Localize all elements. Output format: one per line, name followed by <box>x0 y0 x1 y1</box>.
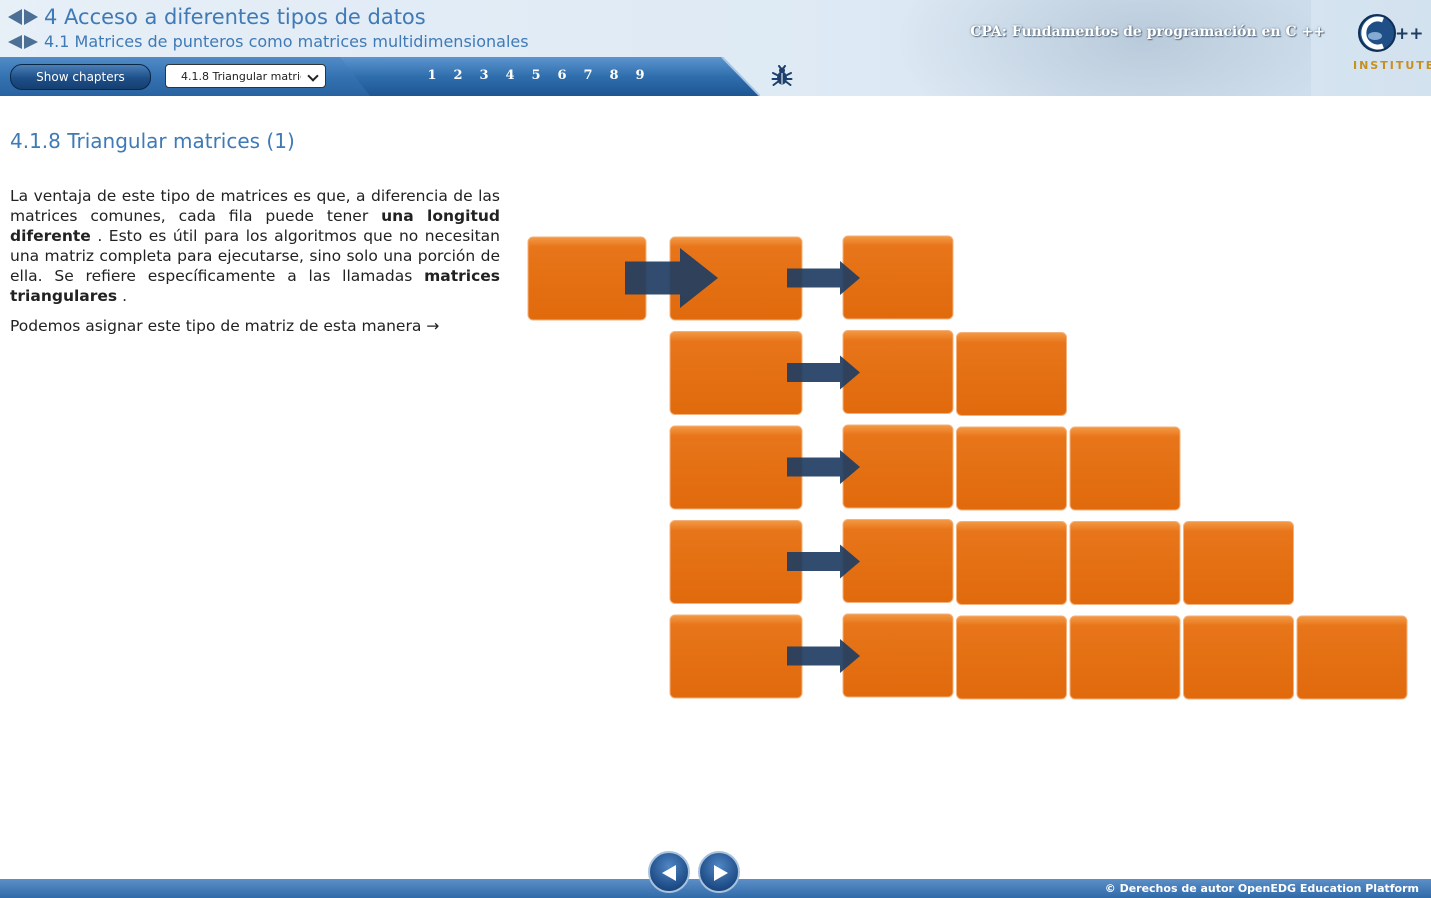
page-link-2[interactable]: 2 <box>445 65 471 87</box>
header-bar: 4 Acceso a diferentes tipos de datos 4.1… <box>0 0 1431 96</box>
row-3-cell-3 <box>1069 426 1181 511</box>
row-5-cell-3 <box>1069 615 1181 700</box>
row-3-cell-1 <box>842 424 954 509</box>
row-5-cell-5 <box>1296 615 1408 700</box>
copyright-text: © Derechos de autor OpenEDG Education Pl… <box>1104 882 1419 895</box>
row-4-cell-1 <box>842 519 954 603</box>
row-pointer-box-3 <box>669 425 803 510</box>
chapter-next-icon[interactable] <box>24 9 38 25</box>
row-4-cell-4 <box>1183 521 1294 605</box>
page-link-8-active[interactable]: 8 <box>601 64 628 89</box>
row-3-cell-2 <box>956 426 1067 511</box>
chapter-select-value: 4.1.8 Triangular matrices (1) <box>181 70 301 83</box>
breadcrumb-chapter: 4 Acceso a diferentes tipos de datos <box>8 5 426 29</box>
row-2-cell-1 <box>842 330 954 414</box>
chapter-prev-icon[interactable] <box>8 9 22 25</box>
section-next-icon[interactable] <box>24 34 38 49</box>
section-prev-icon[interactable] <box>8 34 22 49</box>
row-pointer-box-4 <box>669 520 803 604</box>
logo-institute-text: INSTITUTE <box>1353 59 1431 72</box>
row-5-cell-4 <box>1183 615 1294 700</box>
row-pointer-box-5 <box>669 614 803 699</box>
cpp-institute-logo: ++ INSTITUTE <box>1353 12 1431 74</box>
row-4-cell-2 <box>956 521 1067 605</box>
chapter-title: 4 Acceso a diferentes tipos de datos <box>44 5 426 29</box>
paragraph-text: . <box>117 287 128 305</box>
page-link-3[interactable]: 3 <box>471 65 497 87</box>
section-title: 4.1 Matrices de punteros como matrices m… <box>44 32 529 51</box>
show-chapters-button[interactable]: Show chapters <box>10 64 151 90</box>
lesson-paragraph-1: La ventaja de este tipo de matrices es q… <box>10 186 500 306</box>
page-link-6[interactable]: 6 <box>549 65 575 87</box>
page-link-1[interactable]: 1 <box>419 65 445 87</box>
chapter-select[interactable]: 4.1.8 Triangular matrices (1) <box>165 64 326 88</box>
previous-page-button[interactable] <box>648 851 690 893</box>
arrow-left-icon <box>662 865 676 881</box>
page-title: 4.1.8 Triangular matrices (1) <box>10 129 295 153</box>
row-2-cell-2 <box>956 332 1067 416</box>
chevron-down-icon <box>307 70 319 82</box>
page-link-9[interactable]: 9 <box>627 65 653 87</box>
page-link-4[interactable]: 4 <box>497 65 523 87</box>
triangular-matrix-diagram <box>527 235 1408 700</box>
bug-icon[interactable] <box>771 65 793 87</box>
breadcrumb-section: 4.1 Matrices de punteros como matrices m… <box>8 32 529 51</box>
row-pointer-box-2 <box>669 331 803 415</box>
page-link-5[interactable]: 5 <box>523 65 549 87</box>
row-1-cell-1 <box>842 235 954 320</box>
logo-plus-text: ++ <box>1395 24 1423 44</box>
lesson-paragraph-2: Podemos asignar este tipo de matriz de e… <box>10 317 440 335</box>
lesson-text: La ventaja de este tipo de matrices es q… <box>10 186 500 346</box>
header-decoration <box>891 0 1311 96</box>
row-4-cell-3 <box>1069 521 1181 605</box>
page-navigation: 1 2 3 4 5 6 7 8 9 <box>419 64 653 89</box>
row-5-cell-1 <box>842 613 954 698</box>
next-page-button[interactable] <box>698 851 740 893</box>
arrow-right-icon <box>714 865 728 881</box>
page-link-7[interactable]: 7 <box>575 65 601 87</box>
course-title: CPA: Fundamentos de programación en C ++ <box>970 24 1325 40</box>
toolbar: Show chapters 4.1.8 Triangular matrices … <box>0 57 760 96</box>
row-5-cell-2 <box>956 615 1067 700</box>
